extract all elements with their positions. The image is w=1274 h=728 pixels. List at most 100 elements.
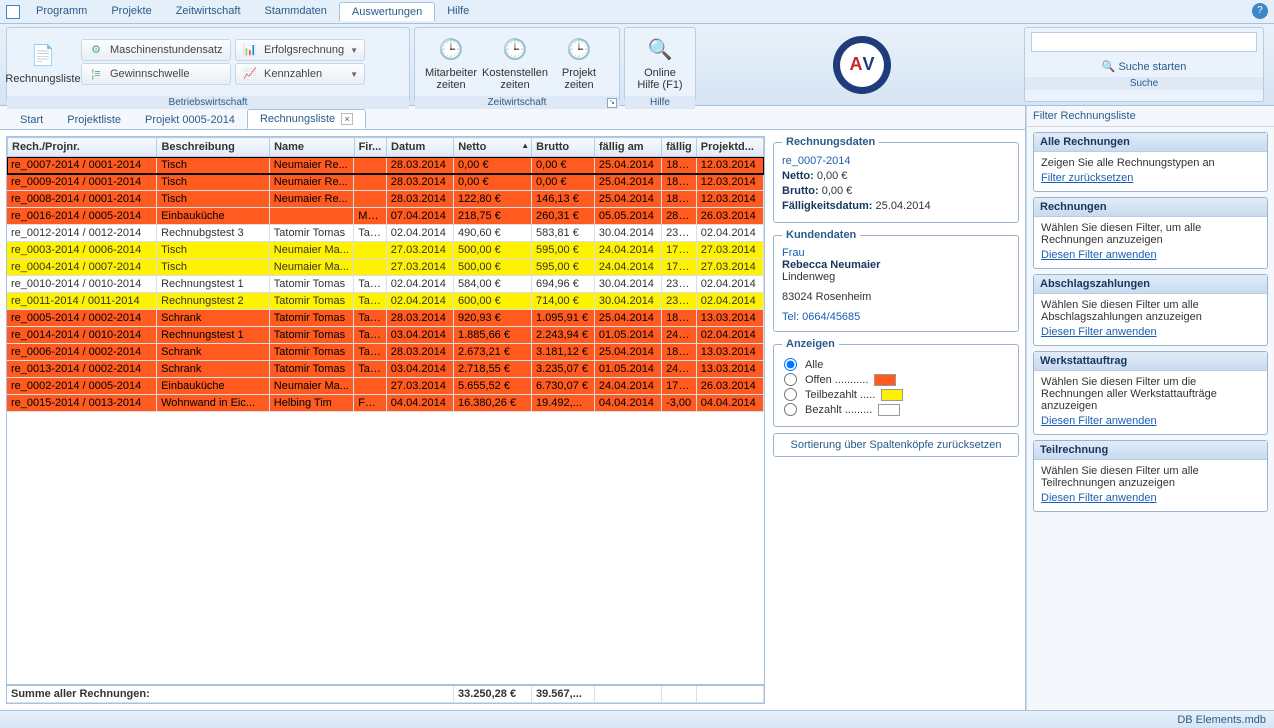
table-row[interactable]: re_0012-2014 / 0012-2014Rechnubgstest 3T… bbox=[7, 225, 764, 242]
filter-desc: Wählen Sie diesen Filter um alle Teilrec… bbox=[1041, 465, 1260, 489]
menu-programm[interactable]: Programm bbox=[24, 2, 99, 21]
table-row[interactable]: re_0010-2014 / 0010-2014Rechnungstest 1T… bbox=[7, 276, 764, 293]
column-header[interactable]: Brutto bbox=[532, 138, 595, 157]
column-header[interactable]: Projektd... bbox=[696, 138, 763, 157]
rechnungsliste-button[interactable]: 📄 Rechnungsliste bbox=[11, 30, 75, 94]
gewinnschwelle-button[interactable]: ¦≡Gewinnschwelle bbox=[81, 63, 231, 85]
color-swatch bbox=[874, 374, 896, 386]
column-header[interactable]: fällig am bbox=[594, 138, 661, 157]
customer-phone[interactable]: Tel: 0664/45685 bbox=[782, 311, 860, 323]
gear-icon: ⚙ bbox=[88, 42, 104, 58]
column-header[interactable]: Datum bbox=[387, 138, 454, 157]
search-button[interactable]: 🔍 Suche starten bbox=[1025, 56, 1263, 77]
maschinenstundensatz-button[interactable]: ⚙Maschinenstundensatz bbox=[81, 39, 231, 61]
ribbon-group-hilfe: 🔍 Online Hilfe (F1) Hilfe bbox=[624, 27, 696, 102]
tab-start[interactable]: Start bbox=[8, 111, 55, 129]
table-row[interactable]: re_0007-2014 / 0001-2014TischNeumaier Re… bbox=[7, 157, 764, 174]
dialog-launcher-icon[interactable]: ↘ bbox=[607, 98, 617, 108]
menubar: ProgrammProjekteZeitwirtschaftStammdaten… bbox=[0, 0, 1274, 24]
filter-title: Teilrechnung bbox=[1034, 441, 1267, 460]
table-row[interactable]: re_0014-2014 / 0010-2014Rechnungstest 1T… bbox=[7, 327, 764, 344]
column-header[interactable]: Netto▲ bbox=[454, 138, 532, 157]
filter-link[interactable]: Diesen Filter anwenden bbox=[1041, 249, 1157, 261]
table-row[interactable]: re_0008-2014 / 0001-2014TischNeumaier Re… bbox=[7, 191, 764, 208]
footer-label: Summe aller Rechnungen: bbox=[7, 685, 453, 703]
ribbon-group-label: Zeitwirtschaft↘ bbox=[415, 96, 619, 109]
radio-input[interactable] bbox=[784, 403, 797, 416]
close-icon[interactable]: × bbox=[341, 113, 353, 125]
display-option[interactable]: Bezahlt ......... bbox=[782, 403, 1010, 416]
ribbon-group-label: Hilfe bbox=[625, 96, 695, 109]
table-row[interactable]: re_0002-2014 / 0005-2014EinbaukücheNeuma… bbox=[7, 378, 764, 395]
filter-link[interactable]: Diesen Filter anwenden bbox=[1041, 326, 1157, 338]
column-header[interactable]: Name bbox=[270, 138, 354, 157]
menu-zeitwirtschaft[interactable]: Zeitwirtschaft bbox=[164, 2, 253, 21]
filter-sidebar: Filter Rechnungsliste Alle RechnungenZei… bbox=[1026, 106, 1274, 710]
display-option[interactable]: Offen ........... bbox=[782, 373, 1010, 386]
table-row[interactable]: re_0011-2014 / 0011-2014Rechnungstest 2T… bbox=[7, 293, 764, 310]
invoice-grid: Rech./Projnr.BeschreibungNameFir...Datum… bbox=[6, 136, 765, 704]
radio-input[interactable] bbox=[784, 358, 797, 371]
rechnungsliste-label: Rechnungsliste bbox=[5, 73, 80, 85]
filter-desc: Wählen Sie diesen Filter um alle Abschla… bbox=[1041, 299, 1260, 323]
column-header[interactable]: fällig bbox=[662, 138, 697, 157]
zeit-button[interactable]: 🕒Kostenstellenzeiten bbox=[483, 30, 547, 94]
table-row[interactable]: re_0016-2014 / 0005-2014EinbaukücheMS ..… bbox=[7, 208, 764, 225]
table-row[interactable]: re_0015-2014 / 0013-2014Wohnwand in Eic.… bbox=[7, 395, 764, 412]
filter-desc: Wählen Sie diesen Filter, um alle Rechnu… bbox=[1041, 222, 1260, 246]
table-row[interactable]: re_0013-2014 / 0002-2014SchrankTatomir T… bbox=[7, 361, 764, 378]
display-option[interactable]: Teilbezahlt ..... bbox=[782, 388, 1010, 401]
radio-input[interactable] bbox=[784, 388, 797, 401]
radio-input[interactable] bbox=[784, 373, 797, 386]
filter-card: AbschlagszahlungenWählen Sie diesen Filt… bbox=[1033, 274, 1268, 346]
table-row[interactable]: re_0005-2014 / 0002-2014SchrankTatomir T… bbox=[7, 310, 764, 327]
kpi-icon: 📈 bbox=[242, 66, 258, 82]
zeit-button[interactable]: 🕒Mitarbeiterzeiten bbox=[419, 30, 483, 94]
tab-projektliste[interactable]: Projektliste bbox=[55, 111, 133, 129]
list-icon: 📄 bbox=[27, 39, 59, 71]
filter-link[interactable]: Filter zurücksetzen bbox=[1041, 172, 1133, 184]
search-input[interactable] bbox=[1031, 32, 1257, 52]
app-icon bbox=[6, 5, 20, 19]
tab-rechnungsliste[interactable]: Rechnungsliste× bbox=[247, 109, 366, 129]
magnifier-icon: 🔍 bbox=[644, 33, 676, 65]
menu-hilfe[interactable]: Hilfe bbox=[435, 2, 481, 21]
online-help-button[interactable]: 🔍 Online Hilfe (F1) bbox=[629, 30, 691, 94]
ribbon-group-betrieb: 📄 Rechnungsliste ⚙Maschinenstundensatz 📊… bbox=[6, 27, 410, 102]
tab-projekt-0005-2014[interactable]: Projekt 0005-2014 bbox=[133, 111, 247, 129]
erfolgsrechnung-button[interactable]: 📊Erfolgsrechnung▼ bbox=[235, 39, 365, 61]
menu-projekte[interactable]: Projekte bbox=[99, 2, 163, 21]
chevron-down-icon: ▼ bbox=[350, 46, 358, 55]
invoice-data-panel: Rechnungsdaten re_0007-2014 Netto: 0,00 … bbox=[773, 136, 1019, 223]
reset-sort-button[interactable]: Sortierung über Spaltenköpfe zurücksetze… bbox=[773, 433, 1019, 457]
ribbon: 📄 Rechnungsliste ⚙Maschinenstundensatz 📊… bbox=[0, 24, 1274, 106]
filter-card: Alle RechnungenZeigen Sie alle Rechnungs… bbox=[1033, 132, 1268, 192]
filter-desc: Wählen Sie diesen Filter um die Rechnung… bbox=[1041, 376, 1260, 412]
table-row[interactable]: re_0009-2014 / 0001-2014TischNeumaier Re… bbox=[7, 174, 764, 191]
display-option[interactable]: Alle bbox=[782, 358, 1010, 371]
filter-link[interactable]: Diesen Filter anwenden bbox=[1041, 492, 1157, 504]
filter-card: WerkstattauftragWählen Sie diesen Filter… bbox=[1033, 351, 1268, 435]
status-text: DB Elements.mdb bbox=[1177, 714, 1266, 726]
filter-title: Rechnungen bbox=[1034, 198, 1267, 217]
breakeven-icon: ¦≡ bbox=[88, 66, 104, 82]
ribbon-group-zeit: 🕒Mitarbeiterzeiten🕒Kostenstellenzeiten🕒P… bbox=[414, 27, 620, 102]
table-row[interactable]: re_0004-2014 / 0007-2014TischNeumaier Ma… bbox=[7, 259, 764, 276]
table-row[interactable]: re_0003-2014 / 0006-2014TischNeumaier Ma… bbox=[7, 242, 764, 259]
search-box: 🔍 Suche starten Suche bbox=[1024, 27, 1264, 102]
filter-card: Rechnungen Wählen Sie diesen Filter, um a… bbox=[1033, 197, 1268, 269]
column-header[interactable]: Fir... bbox=[354, 138, 386, 157]
menu-auswertungen[interactable]: Auswertungen bbox=[339, 2, 435, 21]
document-tabs: StartProjektlisteProjekt 0005-2014Rechnu… bbox=[0, 106, 1025, 130]
column-header[interactable]: Beschreibung bbox=[157, 138, 270, 157]
menu-stammdaten[interactable]: Stammdaten bbox=[253, 2, 339, 21]
clock-icon: 🕒 bbox=[563, 33, 595, 65]
filter-card: Teilrechnung Wählen Sie diesen Filter um … bbox=[1033, 440, 1268, 512]
kennzahlen-button[interactable]: 📈Kennzahlen▼ bbox=[235, 63, 365, 85]
column-header[interactable]: Rech./Projnr. bbox=[8, 138, 157, 157]
zeit-button[interactable]: 🕒Projektzeiten bbox=[547, 30, 611, 94]
help-icon[interactable]: ? bbox=[1252, 3, 1268, 19]
filter-link[interactable]: Diesen Filter anwenden bbox=[1041, 415, 1157, 427]
table-row[interactable]: re_0006-2014 / 0002-2014SchrankTatomir T… bbox=[7, 344, 764, 361]
color-swatch bbox=[878, 404, 900, 416]
